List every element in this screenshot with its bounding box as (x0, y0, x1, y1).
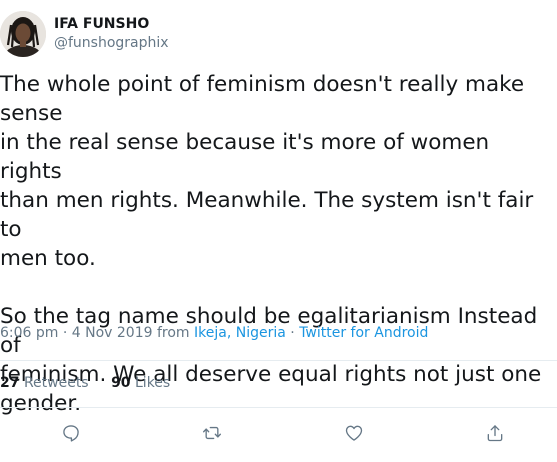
likes-stat[interactable]: 90 Likes (111, 375, 170, 391)
retweets-count: 27 (0, 375, 20, 391)
user-handle[interactable]: @funshographix (54, 33, 169, 53)
retweet-button[interactable] (199, 420, 225, 446)
tweet-card: IFA FUNSHO @funshographix The whole poin… (0, 0, 557, 462)
tweet-paragraph: The whole point of feminism doesn't real… (0, 72, 534, 271)
location-link[interactable]: Ikeja, Nigeria (194, 325, 286, 341)
avatar-image (0, 11, 46, 57)
tweet-timestamp[interactable]: 6:06 pm · 4 Nov 2019 from (0, 325, 194, 341)
tweet-actions (0, 420, 557, 446)
avatar[interactable] (0, 11, 46, 57)
retweets-stat[interactable]: 27 Retweets (0, 375, 89, 391)
display-name[interactable]: IFA FUNSHO (54, 15, 169, 33)
likes-label: Likes (135, 375, 171, 391)
tweet-header: IFA FUNSHO @funshographix (0, 8, 169, 60)
reply-button[interactable] (58, 420, 84, 446)
source-link[interactable]: Twitter for Android (299, 325, 428, 341)
retweet-arrows-icon (203, 426, 221, 440)
meta-separator: · (285, 325, 300, 341)
tweet-metadata: 6:06 pm · 4 Nov 2019 from Ikeja, Nigeria… (0, 324, 428, 342)
tweet-stats: 27 Retweets 90 Likes (0, 374, 188, 392)
share-upload-icon (487, 425, 503, 442)
user-names: IFA FUNSHO @funshographix (54, 15, 169, 53)
likes-count: 90 (111, 375, 131, 391)
heart-icon (345, 425, 363, 441)
speech-bubble-icon (63, 425, 79, 442)
divider (0, 407, 557, 408)
like-button[interactable] (341, 420, 367, 446)
divider (0, 360, 557, 361)
tweet-text: The whole point of feminism doesn't real… (0, 70, 555, 418)
share-button[interactable] (482, 420, 508, 446)
retweets-label: Retweets (23, 375, 89, 391)
